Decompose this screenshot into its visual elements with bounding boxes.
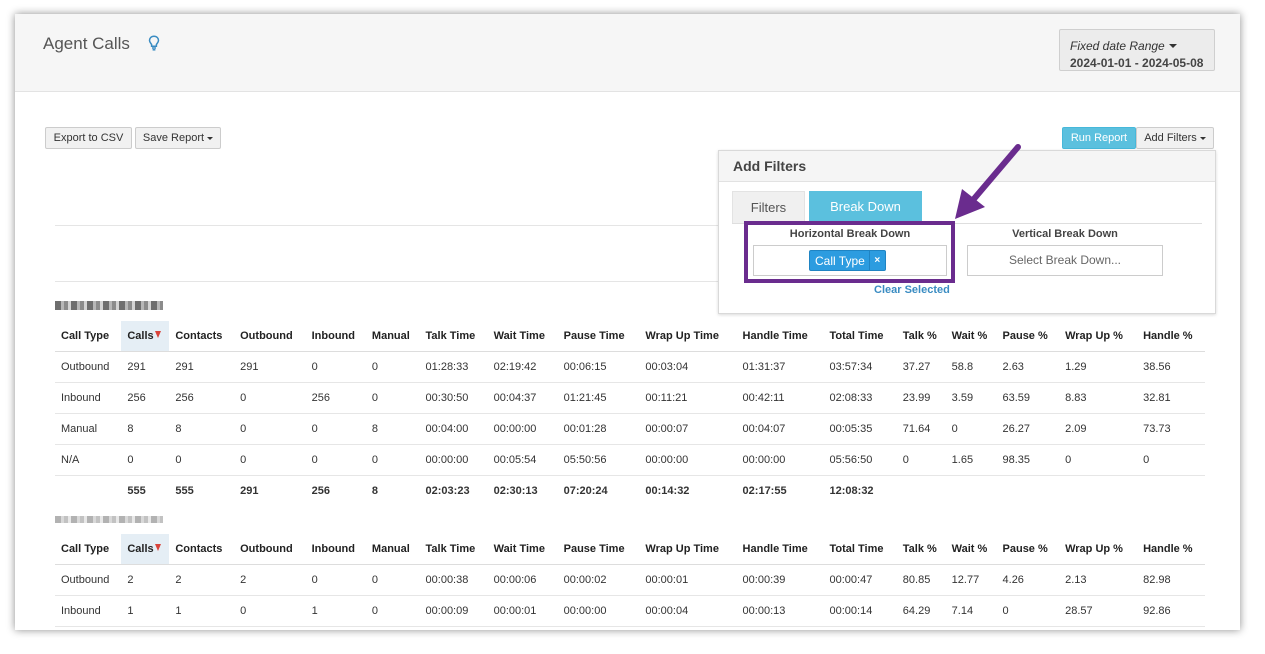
report-window: Agent Calls Fixed date Range 2024-01-01 … <box>15 14 1240 630</box>
annotation-arrow-icon <box>955 144 1021 219</box>
